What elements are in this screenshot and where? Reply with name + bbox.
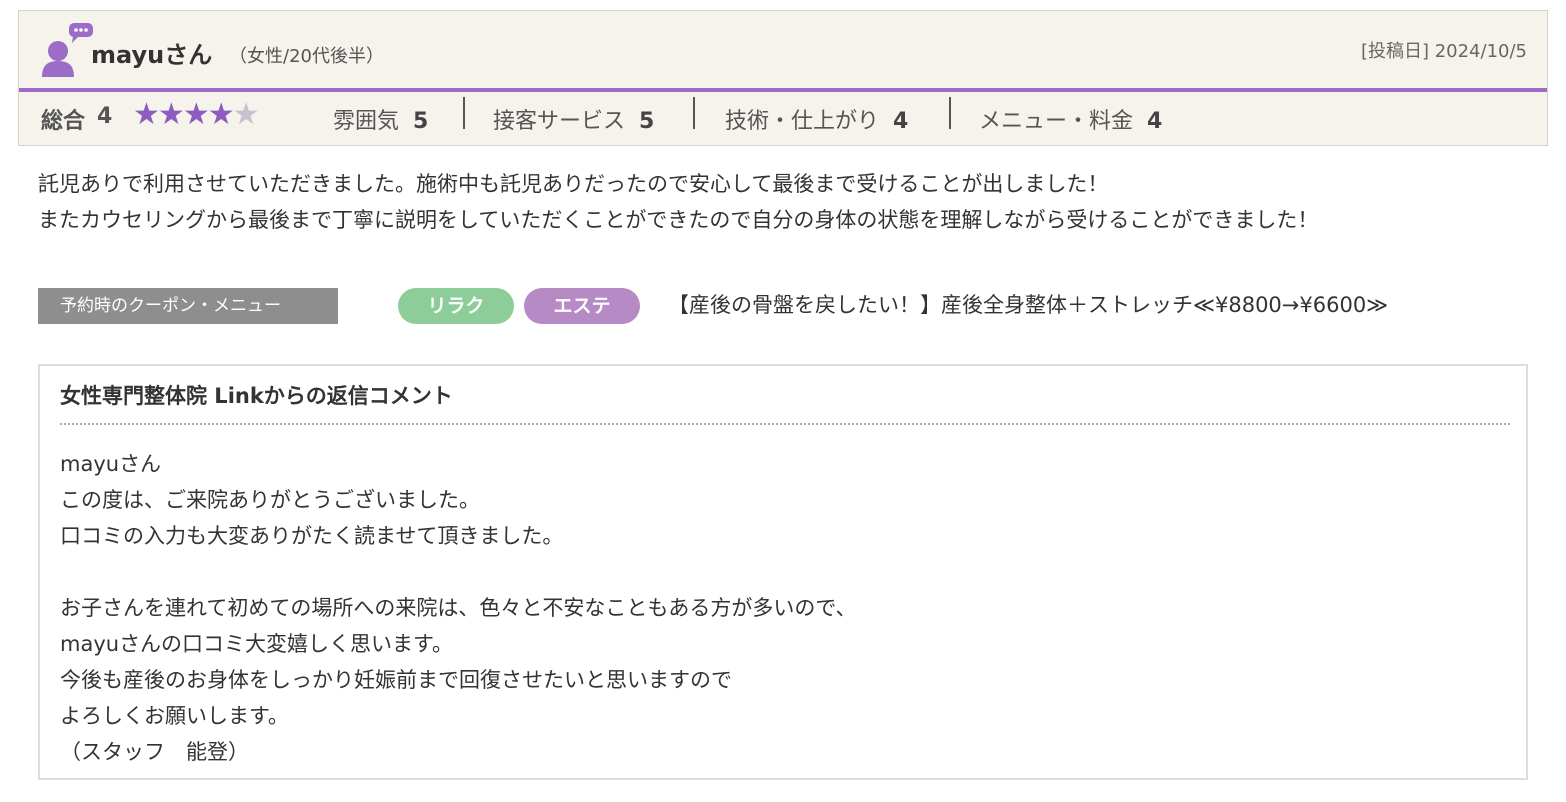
rating-technique: 技術・仕上がり 4: [725, 103, 908, 135]
rating-label: 接客サービス: [493, 109, 626, 134]
rating-label: 技術・仕上がり: [725, 109, 880, 134]
reply-body: mayuさん この度は、ご来院ありがとうございました。 口コミの入力も大変ありが…: [60, 446, 857, 770]
rating-score: 5: [413, 109, 429, 134]
user-comment-icon: [42, 23, 93, 77]
rating-score: 5: [639, 109, 655, 134]
star-filled-icon: ★: [207, 97, 235, 132]
review-body: 託児ありで利用させていただきました。施術中も託児ありだったので安心して最後まで受…: [38, 166, 1538, 238]
rating-menu-price: メニュー・料金 4: [979, 103, 1162, 135]
reply-line: 口コミの入力も大変ありがたく読ませて頂きました。: [60, 524, 564, 548]
overall-score: 4: [97, 104, 113, 129]
reply-line: お子さんを連れて初めての場所への来院は、色々と不安なこともある方が多いので、: [60, 596, 857, 620]
review-header: mayuさん （女性/20代後半） [投稿日] 2024/10/5: [19, 11, 1547, 89]
reply-title: 女性専門整体院 Linkからの返信コメント: [60, 384, 453, 408]
rating-atmosphere: 雰囲気 5: [333, 103, 428, 135]
reply-line: よろしくお願いします。: [60, 704, 289, 728]
review-text-line: またカウセリングから最後まで丁寧に説明をしていただくことができたので自分の身体の…: [38, 208, 1319, 232]
review-card: mayuさん （女性/20代後半） [投稿日] 2024/10/5 総合 4 ★…: [18, 10, 1548, 146]
reply-line: 今後も産後のお身体をしっかり妊娠前まで回復させたいと思いますので: [60, 668, 732, 692]
rating-separator: [693, 97, 695, 129]
reviewer-attributes: （女性/20代後半）: [229, 46, 384, 67]
rating-label: メニュー・料金: [979, 109, 1134, 134]
star-empty-icon: ★: [232, 97, 260, 132]
coupon-row: 予約時のクーポン・メニュー リラク エステ 【産後の骨盤を戻したい！】産後全身整…: [38, 286, 1538, 326]
rating-service: 接客サービス 5: [493, 103, 654, 135]
reply-line: [60, 554, 857, 590]
reply-line: mayuさん: [60, 452, 162, 476]
reply-divider: [60, 423, 1510, 425]
coupon-menu-link[interactable]: 【産後の骨盤を戻したい！】産後全身整体＋ストレッチ≪¥8800→¥6600≫: [668, 289, 1388, 319]
tag-esthe[interactable]: エステ: [524, 288, 640, 324]
rating-score: 4: [893, 109, 909, 134]
rating-separator: [949, 97, 951, 129]
header-divider: [19, 88, 1547, 92]
coupon-label: 予約時のクーポン・メニュー: [38, 288, 338, 324]
star-filled-icon: ★: [182, 97, 210, 132]
reviewer-name: mayuさん: [91, 41, 213, 69]
star-rating: ★★★★★: [133, 97, 260, 132]
star-filled-icon: ★: [133, 97, 160, 132]
reply-line: mayuさんの口コミ大変嬉しく思います。: [60, 632, 453, 656]
rating-score: 4: [1147, 109, 1163, 134]
review-text-line: 託児ありで利用させていただきました。施術中も託児ありだったので安心して最後まで受…: [38, 172, 1109, 196]
post-date: [投稿日] 2024/10/5: [1360, 41, 1527, 62]
rating-separator: [463, 97, 465, 129]
star-filled-icon: ★: [157, 97, 185, 132]
reply-line: （スタッフ 能登）: [60, 740, 249, 764]
reply-line: この度は、ご来院ありがとうございました。: [60, 488, 480, 512]
reply-box: 女性専門整体院 Linkからの返信コメント mayuさん この度は、ご来院ありが…: [38, 364, 1528, 780]
tag-relax[interactable]: リラク: [398, 288, 514, 324]
rating-label: 雰囲気: [333, 109, 400, 134]
ratings-bar: 総合 4 ★★★★★ 雰囲気 5 接客サービス 5 技術・仕上がり 4 メニュー・料金…: [19, 95, 1547, 145]
overall-label: 総合: [41, 109, 86, 134]
